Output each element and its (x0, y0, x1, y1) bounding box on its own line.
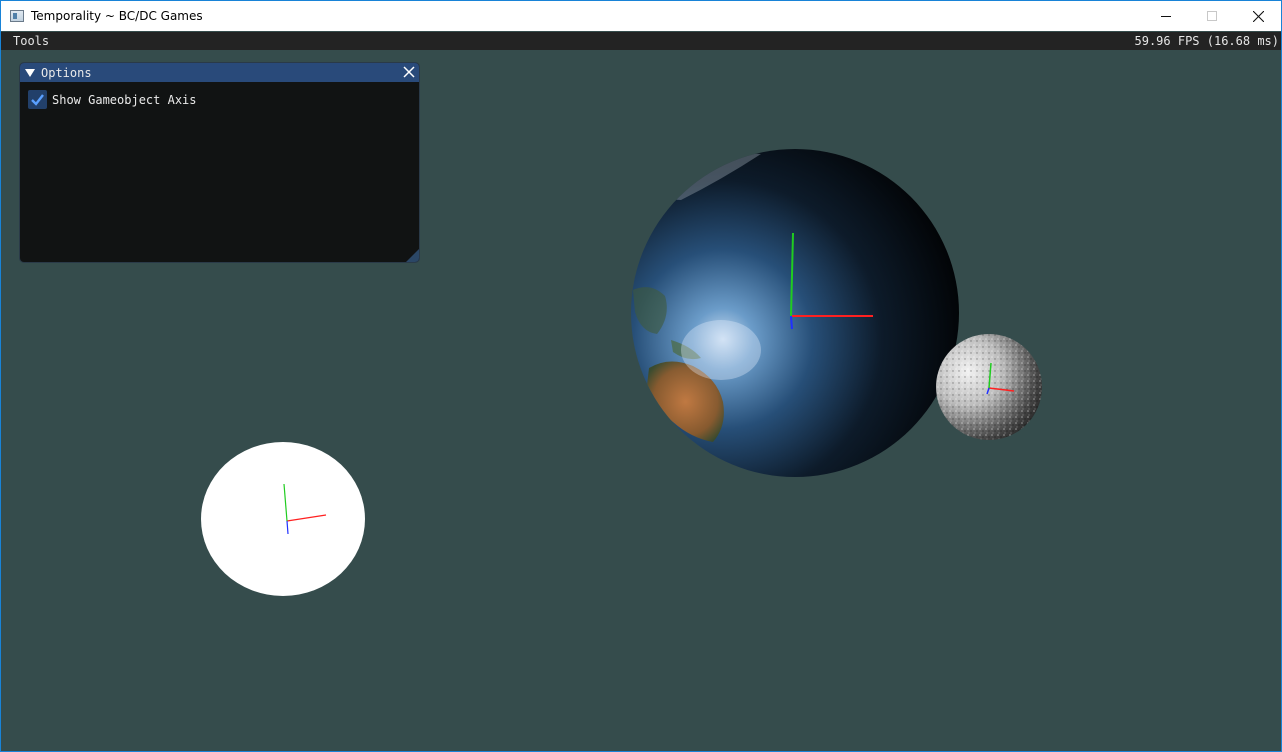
show-axis-checkbox[interactable] (28, 90, 47, 109)
options-panel-header[interactable]: Options (20, 63, 419, 82)
options-panel: Options Show Gameobject Axis (20, 63, 419, 262)
app-window: Temporality ~ BC/DC Games Tools 59.96 FP… (0, 0, 1282, 752)
maximize-button[interactable] (1189, 1, 1235, 31)
window-controls (1143, 1, 1281, 31)
checkmark-icon (31, 94, 44, 106)
show-axis-option[interactable]: Show Gameobject Axis (28, 90, 197, 109)
triangle-down-icon[interactable] (25, 68, 35, 77)
options-panel-title: Options (41, 65, 92, 80)
show-axis-label: Show Gameobject Axis (52, 92, 197, 107)
maximize-icon (1207, 11, 1217, 21)
menu-bar: Tools 59.96 FPS (16.68 ms) (1, 32, 1281, 50)
white-sphere[interactable] (201, 442, 365, 596)
earth-sphere[interactable] (631, 149, 959, 477)
menu-tools[interactable]: Tools (13, 32, 49, 50)
window-title: Temporality ~ BC/DC Games (31, 9, 203, 23)
close-icon[interactable] (402, 65, 416, 79)
title-bar[interactable]: Temporality ~ BC/DC Games (1, 1, 1281, 31)
fps-counter: 59.96 FPS (16.68 ms) (1134, 34, 1280, 48)
close-button[interactable] (1235, 1, 1281, 31)
minimize-button[interactable] (1143, 1, 1189, 31)
app-icon (10, 10, 24, 22)
minimize-icon (1161, 16, 1171, 17)
close-icon (1252, 10, 1264, 22)
resize-grip[interactable] (406, 249, 419, 262)
